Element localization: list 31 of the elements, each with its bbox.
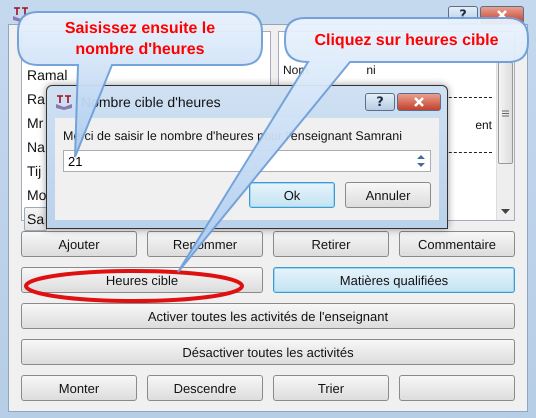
detail-text: ni [366,63,376,77]
close-icon [413,97,425,107]
action-button[interactable]: Retirer [273,231,389,257]
action-button[interactable]: Commentaire [399,231,515,257]
dialog-button[interactable]: Annuler [345,182,431,208]
action-button[interactable]: Renommer [147,231,263,257]
callout-text: Cliquez sur heures cible [313,31,500,51]
help-button[interactable]: ? [365,93,395,111]
detail-text: ent [474,118,492,132]
hours-input[interactable]: 21 [63,150,431,172]
teacher-item[interactable]: Sa [24,207,48,231]
dialog-button[interactable]: Ok [249,182,335,208]
action-button[interactable] [399,375,515,401]
teacher-item[interactable]: Mo [24,183,50,207]
teacher-item[interactable]: Tij [24,159,44,183]
action-button[interactable]: Ajouter [21,231,137,257]
action-button[interactable]: Descendre [147,375,263,401]
teacher-item[interactable]: Mr [24,111,46,135]
callout-text: Saisissez ensuite le nombre d'heures [64,19,216,60]
teacher-item[interactable]: Na [24,135,48,159]
action-button[interactable]: Monter [21,375,137,401]
teacher-item[interactable]: Ra [24,87,48,111]
action-button[interactable]: Matières qualifiées [273,267,515,293]
teacher-item[interactable]: Ramal [24,63,70,87]
action-button[interactable]: Trier [273,375,389,401]
grip-icon [502,110,509,116]
scroll-down-icon[interactable] [501,209,510,214]
action-button[interactable]: Activer toutes les activités de l'enseignant [21,303,515,329]
action-button[interactable]: Désactiver toutes les activités [21,339,515,365]
close-button[interactable] [397,93,441,111]
app-icon [55,94,73,110]
